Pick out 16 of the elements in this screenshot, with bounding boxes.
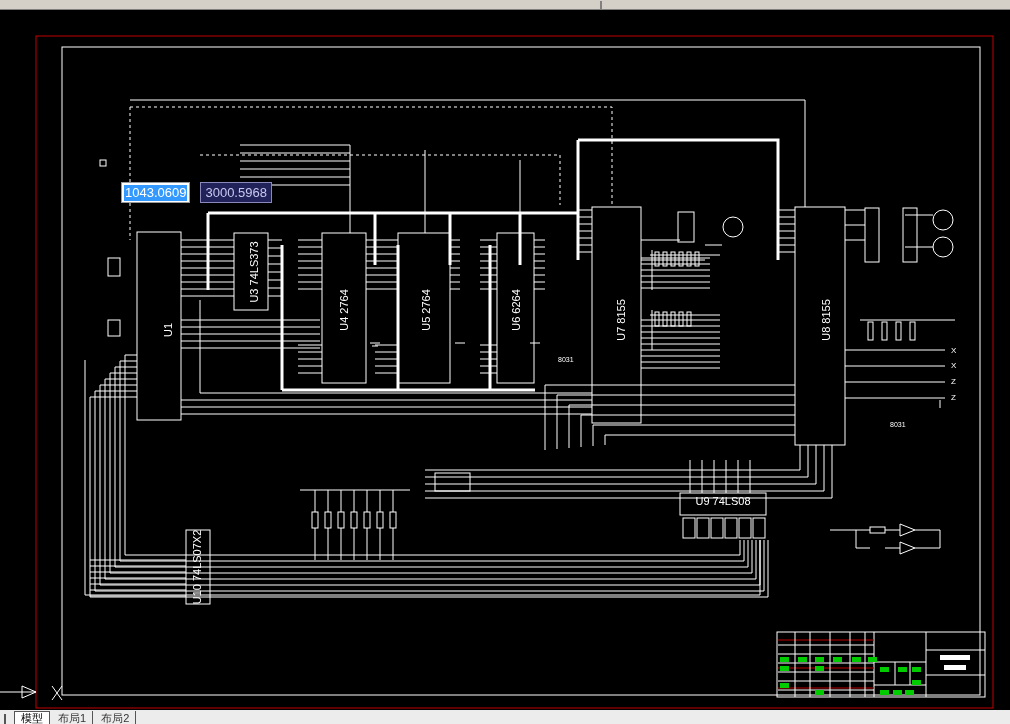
switch-label: X bbox=[951, 346, 957, 355]
layout-tab[interactable]: 模型 bbox=[14, 711, 50, 724]
chip-label: U6 6264 bbox=[510, 289, 522, 331]
chip-label: U4 2764 bbox=[338, 289, 350, 331]
chip-label: U1 bbox=[162, 322, 174, 338]
switch-label: X bbox=[951, 361, 957, 370]
coordinate-input-field[interactable]: 3000.5968 bbox=[200, 182, 272, 203]
ucs-axis-icon bbox=[0, 685, 63, 701]
chip-label: U7 8155 bbox=[615, 299, 627, 341]
chip-label: U10 74LS07X2 bbox=[191, 529, 203, 605]
chip-label: U5 2764 bbox=[420, 289, 432, 331]
chip-label: U8 8155 bbox=[820, 299, 832, 341]
switch-label: Z bbox=[951, 377, 956, 386]
chip-label: U3 74LS373 bbox=[248, 241, 260, 303]
switch-label: Z bbox=[951, 393, 956, 402]
chip-label: U9 74LS08 bbox=[695, 495, 751, 507]
